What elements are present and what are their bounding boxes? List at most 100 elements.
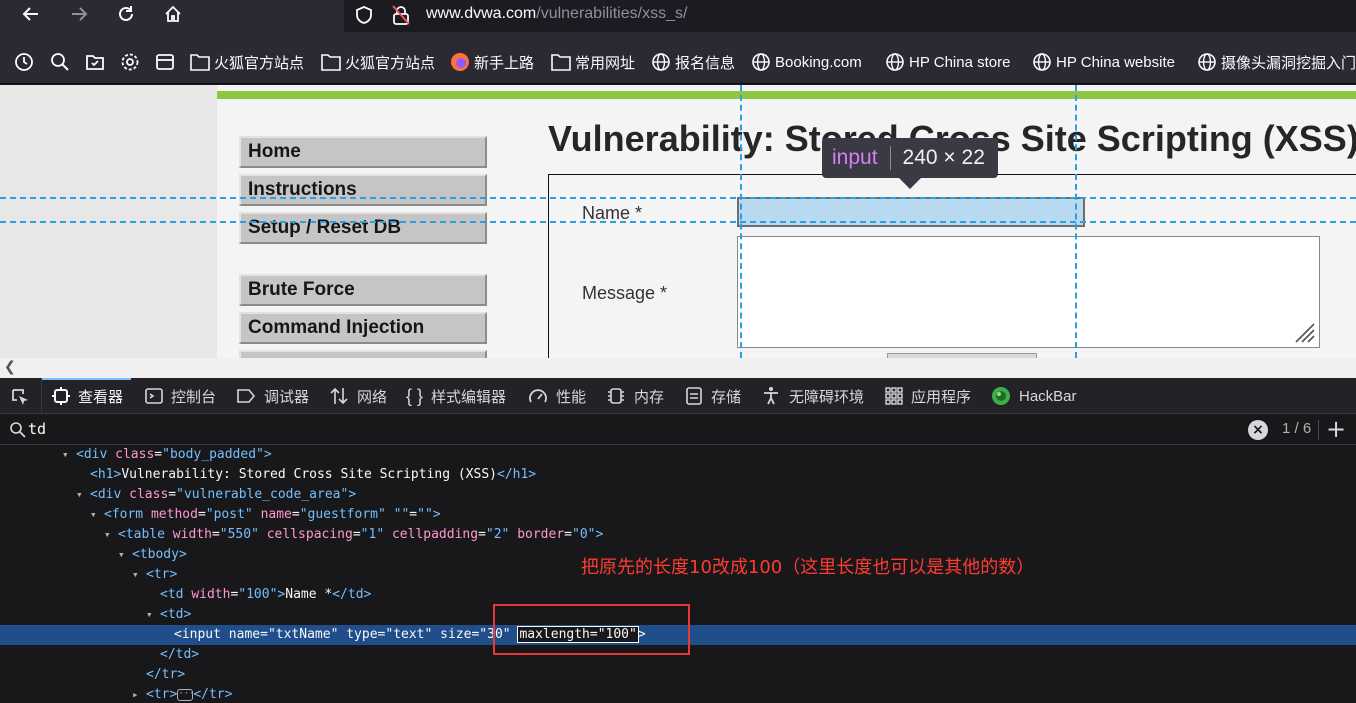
divider (1318, 420, 1319, 440)
bookmark-item[interactable]: Booking.com (751, 51, 862, 73)
debugger-icon (237, 389, 256, 403)
bookmark-label: HP China store (909, 53, 1011, 71)
home-button[interactable] (159, 4, 187, 28)
menu-brute-force[interactable]: Brute Force (239, 274, 487, 306)
bookmark-item[interactable]: 火狐官方站点 (321, 51, 435, 73)
globe-icon (1033, 53, 1051, 71)
folder-icon (551, 54, 571, 71)
inspector-icon (52, 387, 70, 405)
bookmark-label: HP China website (1056, 53, 1175, 71)
tree-node[interactable]: </tr> (0, 665, 1356, 685)
arrow-right-icon (72, 7, 88, 21)
tab-label: 网络 (357, 388, 388, 406)
tooltip-arrow (899, 178, 921, 189)
search-icon (10, 422, 26, 438)
tooltip-dimensions: 240 × 22 (902, 146, 985, 169)
bookmark-item[interactable]: HP China website (1032, 51, 1175, 73)
tab-label: 样式编辑器 (431, 388, 507, 406)
bookmark-label: 火狐官方站点 (214, 54, 305, 72)
guide-line (0, 197, 1356, 199)
url-path: /vulnerabilities/xss_s/ (536, 5, 688, 22)
globe-icon (752, 53, 770, 71)
url-bar[interactable]: www.dvwa.com/vulnerabilities/xss_s/ (344, 0, 1356, 32)
tab-inspector[interactable]: 查看器 (41, 378, 132, 414)
bookmark-item[interactable]: 报名信息 (651, 51, 735, 73)
tree-node[interactable]: ▾ <div class="vulnerable_code_area"> (0, 485, 1356, 505)
shield-icon[interactable] (354, 5, 374, 25)
scroll-left-icon[interactable]: ❮ (4, 359, 16, 375)
search-icon[interactable] (50, 52, 70, 72)
bookmark-item[interactable]: HP China store (885, 51, 1010, 73)
bookmark-item[interactable]: 新手上路 (450, 51, 534, 73)
accessibility-icon (764, 387, 778, 405)
bookmark-label: 常用网址 (575, 54, 636, 72)
gear-icon[interactable] (120, 52, 140, 72)
clear-search-icon[interactable]: × (1248, 420, 1268, 440)
tab-hackbar[interactable]: HackBar (991, 378, 1077, 414)
bookmark-item[interactable]: 摄像头漏洞挖掘入门 (1197, 51, 1356, 73)
collapsed-ellipsis-icon[interactable]: ··· (177, 688, 195, 701)
menu-next-item[interactable] (239, 350, 487, 358)
tab-label: 应用程序 (911, 388, 972, 406)
history-icon[interactable] (14, 52, 34, 72)
tab-memory[interactable]: 内存 (606, 378, 664, 414)
message-textarea[interactable] (737, 236, 1320, 348)
element-picker-button[interactable] (0, 378, 42, 414)
forward-button[interactable] (65, 4, 93, 28)
reload-button[interactable] (112, 4, 140, 28)
console-icon (145, 388, 163, 404)
search-result-count: 1 / 6 (1282, 420, 1312, 437)
storage-icon (686, 387, 702, 405)
arrow-left-icon (22, 7, 38, 21)
page-viewport: Home Instructions Setup / Reset DB Brute… (0, 85, 1356, 358)
message-label: Message * (582, 283, 668, 303)
gauge-icon (529, 389, 547, 403)
screenshot-folder-icon[interactable] (85, 52, 105, 72)
tab-network[interactable]: 网络 (329, 378, 387, 414)
bookmark-label: 火狐官方站点 (345, 54, 436, 72)
bookmark-label: 摄像头漏洞挖掘入门 (1221, 54, 1356, 72)
sidebar-icon[interactable] (155, 52, 175, 72)
add-node-icon[interactable]: + (1326, 415, 1346, 443)
bookmark-item[interactable]: 火狐官方站点 (190, 51, 304, 73)
picker-icon (12, 389, 28, 405)
back-button[interactable] (17, 4, 45, 28)
tab-accessibility[interactable]: 无障碍环境 (761, 378, 864, 414)
tab-debugger[interactable]: 调试器 (236, 378, 309, 414)
tab-console[interactable]: 控制台 (145, 378, 216, 414)
tree-node[interactable]: ▾ <form method="post" name="guestform" ""… (0, 505, 1356, 525)
tab-style-editor[interactable]: { } 样式编辑器 (406, 378, 506, 414)
menu-setup-reset-db[interactable]: Setup / Reset DB (239, 212, 487, 244)
globe-icon (1198, 53, 1216, 71)
tree-node[interactable]: <h1>Vulnerability: Stored Cross Site Scr… (0, 465, 1356, 485)
bookmark-item[interactable]: 常用网址 (551, 51, 635, 73)
tab-label: 调试器 (264, 388, 310, 406)
menu-command-injection[interactable]: Command Injection (239, 312, 487, 344)
horizontal-scrollbar[interactable]: ❮ (0, 358, 1356, 378)
home-icon (165, 5, 181, 22)
bookmark-label: 报名信息 (675, 54, 736, 72)
tree-node[interactable]: ▾ <table width="550" cellspacing="1" cell… (0, 525, 1356, 545)
menu-instructions[interactable]: Instructions (239, 174, 487, 206)
url-text[interactable]: www.dvwa.com/vulnerabilities/xss_s/ (426, 5, 687, 23)
tab-label: 查看器 (78, 388, 124, 406)
tab-application[interactable]: 应用程序 (885, 378, 971, 414)
network-icon (330, 387, 348, 405)
bookmark-label: 新手上路 (474, 54, 535, 72)
globe-icon (652, 53, 670, 71)
screen: www.dvwa.com/vulnerabilities/xss_s/ 火狐官方… (0, 0, 1356, 703)
braces-icon: { } (406, 385, 424, 406)
insecure-lock-icon[interactable] (391, 4, 411, 26)
resize-grip-icon[interactable] (1292, 320, 1316, 344)
tree-node[interactable]: ▸ <tr>···</tr> (0, 685, 1356, 703)
tab-storage[interactable]: 存储 (685, 378, 741, 414)
url-host: www.dvwa.com (426, 5, 537, 22)
tree-node[interactable]: <td width="100">Name *</td> (0, 585, 1356, 605)
menu-home[interactable]: Home (239, 136, 487, 168)
element-tooltip: input 240 × 22 (822, 138, 998, 178)
folder-icon (190, 54, 210, 71)
search-input[interactable]: td (28, 420, 46, 438)
tab-performance[interactable]: 性能 (528, 378, 586, 414)
reload-icon (119, 6, 133, 21)
tree-node[interactable]: ▾ <div class="body_padded"> (0, 445, 1356, 465)
